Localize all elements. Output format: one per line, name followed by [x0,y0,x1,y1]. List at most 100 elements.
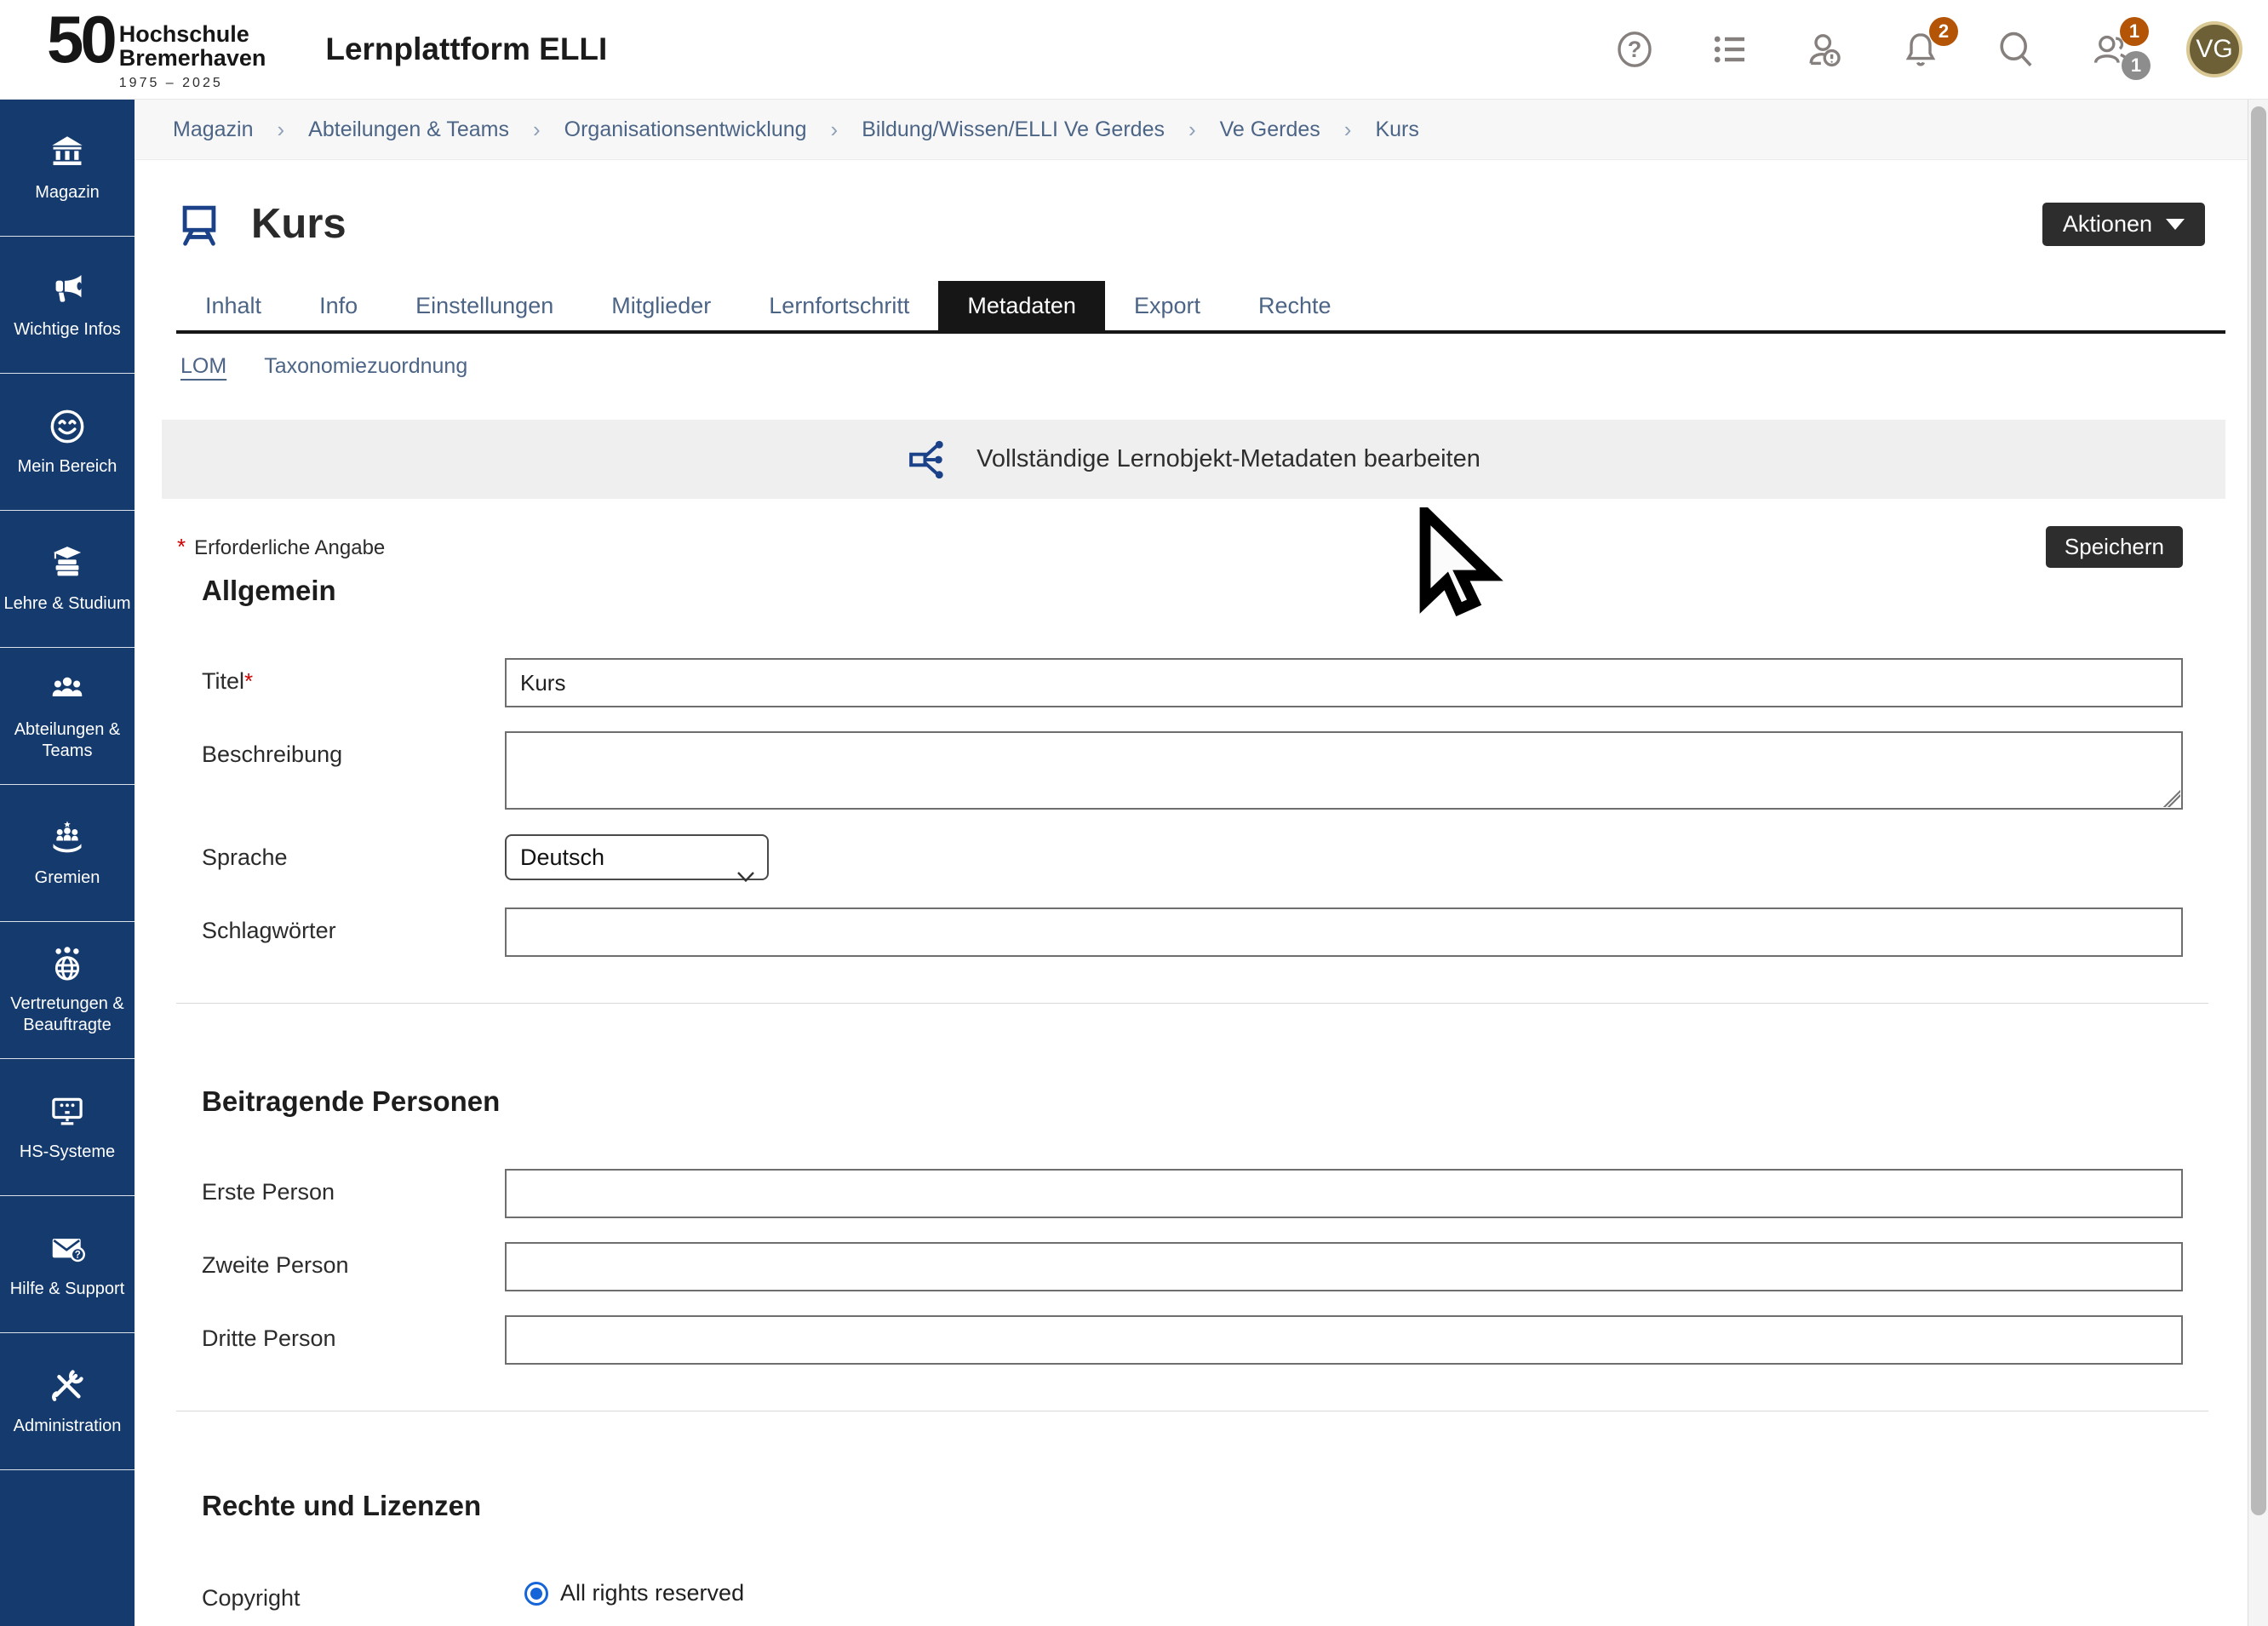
top-header: 50 Hochschule Bremerhaven 1975 – 2025 Le… [0,0,2268,100]
section-divider [176,1003,2208,1004]
field-row-schlagwoerter: Schlagwörter [202,907,2225,957]
sidebar-item-vertretungen[interactable]: Vertretungen & Beauftragte [0,922,135,1059]
section-heading-allgemein: Allgemein [202,575,2225,607]
section-heading-rechte: Rechte und Lizenzen [202,1490,2225,1522]
required-star: * [177,534,186,559]
schlagwoerter-label: Schlagwörter [202,907,505,944]
sidebar-item-label: Wichtige Infos [10,319,124,341]
vertical-scrollbar-track[interactable] [2248,100,2268,1626]
contacts-badge-bottom: 1 [2122,51,2151,80]
save-button[interactable]: Speichern [2046,526,2183,568]
sidebar-item-mein-bereich[interactable]: Mein Bereich [0,374,135,511]
svg-text:?: ? [75,1250,81,1260]
copyright-option-label: All rights reserved [560,1580,744,1606]
zweite-person-input[interactable] [505,1242,2183,1291]
sidebar-item-wichtige-infos[interactable]: Wichtige Infos [0,237,135,374]
sidebar-item-hilfe-support[interactable]: ? Hilfe & Support [0,1196,135,1333]
sidebar-item-label: HS-Systeme [16,1142,118,1163]
tab-export[interactable]: Export [1105,281,1229,330]
logo-50: 50 [47,8,114,71]
sidebar-item-label: Gremien [32,867,104,889]
sidebar-item-label: Administration [10,1416,125,1437]
breadcrumb-separator: › [278,117,285,143]
bank-icon [48,133,87,172]
copyright-label: Copyright [202,1575,505,1612]
beschreibung-textarea[interactable] [505,731,2183,810]
breadcrumb: Magazin › Abteilungen & Teams › Organisa… [173,117,1419,143]
actions-button[interactable]: Aktionen [2042,203,2205,246]
logo-name-line2: Bremerhaven [119,47,266,71]
tab-einstellungen[interactable]: Einstellungen [387,281,582,330]
breadcrumb-separator: › [533,117,541,143]
tab-metadaten[interactable]: Metadaten [938,281,1105,330]
megaphone-icon [48,270,87,309]
actions-button-label: Aktionen [2063,211,2152,238]
sidebar-spacer [0,1470,135,1626]
breadcrumb-item[interactable]: Magazin [173,117,254,142]
subtab-taxonomiezuordnung[interactable]: Taxonomiezuordnung [264,354,467,379]
copyright-radio-dot [530,1588,542,1600]
edit-full-metadata-link[interactable]: Vollständige Lernobjekt-Metadaten bearbe… [976,445,1480,473]
tools-icon [48,1366,87,1406]
field-row-copyright: Copyright All rights reserved [202,1575,2225,1612]
notifications-bell-icon[interactable]: 2 [1900,29,1941,70]
field-row-beschreibung: Beschreibung [202,731,2225,814]
main-content: Kurs Aktionen Inhalt Info Einstellungen … [135,160,2248,1626]
section-heading-beitragende: Beitragende Personen [202,1085,2225,1118]
tab-mitglieder[interactable]: Mitglieder [582,281,740,330]
tab-lernfortschritt[interactable]: Lernfortschritt [740,281,938,330]
search-icon[interactable] [1996,29,2036,70]
metadata-node-icon [907,436,954,484]
contacts-badge-top: 1 [2120,17,2149,46]
sidebar-item-magazin[interactable]: Magazin [0,100,135,237]
breadcrumb-separator: › [1344,117,1352,143]
required-note: *Erforderliche Angabe [177,534,385,560]
caret-down-icon [2166,219,2185,230]
field-row-zweite-person: Zweite Person [202,1242,2225,1291]
erste-person-input[interactable] [505,1169,2183,1218]
breadcrumb-separator: › [1188,117,1196,143]
save-button-label: Speichern [2065,534,2164,560]
logo-years: 1975 – 2025 [119,76,266,91]
user-status-icon[interactable] [1805,29,1846,70]
tab-inhalt[interactable]: Inhalt [176,281,290,330]
breadcrumb-bar: Magazin › Abteilungen & Teams › Organisa… [135,100,2248,160]
breadcrumb-item[interactable]: Abteilungen & Teams [308,117,509,142]
sidebar-item-label: Mein Bereich [14,456,121,478]
field-row-sprache: Sprache Deutsch [202,834,2225,880]
copyright-radio[interactable] [524,1582,548,1606]
sidebar-item-label: Magazin [32,182,103,203]
mail-question-icon: ? [48,1229,87,1268]
breadcrumb-separator: › [831,117,839,143]
field-row-erste-person: Erste Person [202,1169,2225,1218]
logo-name-line1: Hochschule [119,23,266,47]
sidebar-item-lehre-studium[interactable]: Lehre & Studium [0,511,135,648]
list-view-icon[interactable] [1710,29,1750,70]
sidebar-item-label: Hilfe & Support [7,1279,129,1300]
titel-input[interactable] [505,658,2183,707]
contacts-icon[interactable]: 1 1 [2091,29,2132,70]
subtab-lom[interactable]: LOM [180,354,226,379]
breadcrumb-item[interactable]: Organisationsentwicklung [564,117,807,142]
user-avatar[interactable]: VG [2186,21,2242,77]
help-icon[interactable]: ? [1614,29,1655,70]
university-logo: 50 Hochschule Bremerhaven 1975 – 2025 [47,8,266,90]
dritte-person-input[interactable] [505,1315,2183,1365]
breadcrumb-item[interactable]: Bildung/Wissen/ELLI Ve Gerdes [862,117,1165,142]
erste-person-label: Erste Person [202,1169,505,1205]
globe-people-icon [48,944,87,983]
schlagwoerter-input[interactable] [505,907,2183,957]
breadcrumb-item[interactable]: Ve Gerdes [1220,117,1320,142]
vertical-scrollbar-thumb[interactable] [2251,106,2266,1515]
sidebar-item-hs-systeme[interactable]: HS-Systeme [0,1059,135,1196]
sidebar-item-abteilungen-teams[interactable]: Abteilungen & Teams [0,648,135,785]
sidebar-item-administration[interactable]: Administration [0,1333,135,1470]
tab-info[interactable]: Info [290,281,387,330]
form-header-row: *Erforderliche Angabe Speichern [162,526,2225,568]
sprache-select[interactable]: Deutsch [505,834,769,880]
sidebar-item-gremien[interactable]: Gremien [0,785,135,922]
metadata-banner: Vollständige Lernobjekt-Metadaten bearbe… [162,420,2225,499]
course-easel-icon [175,199,224,249]
required-star: * [244,668,253,694]
tab-rechte[interactable]: Rechte [1229,281,1360,330]
